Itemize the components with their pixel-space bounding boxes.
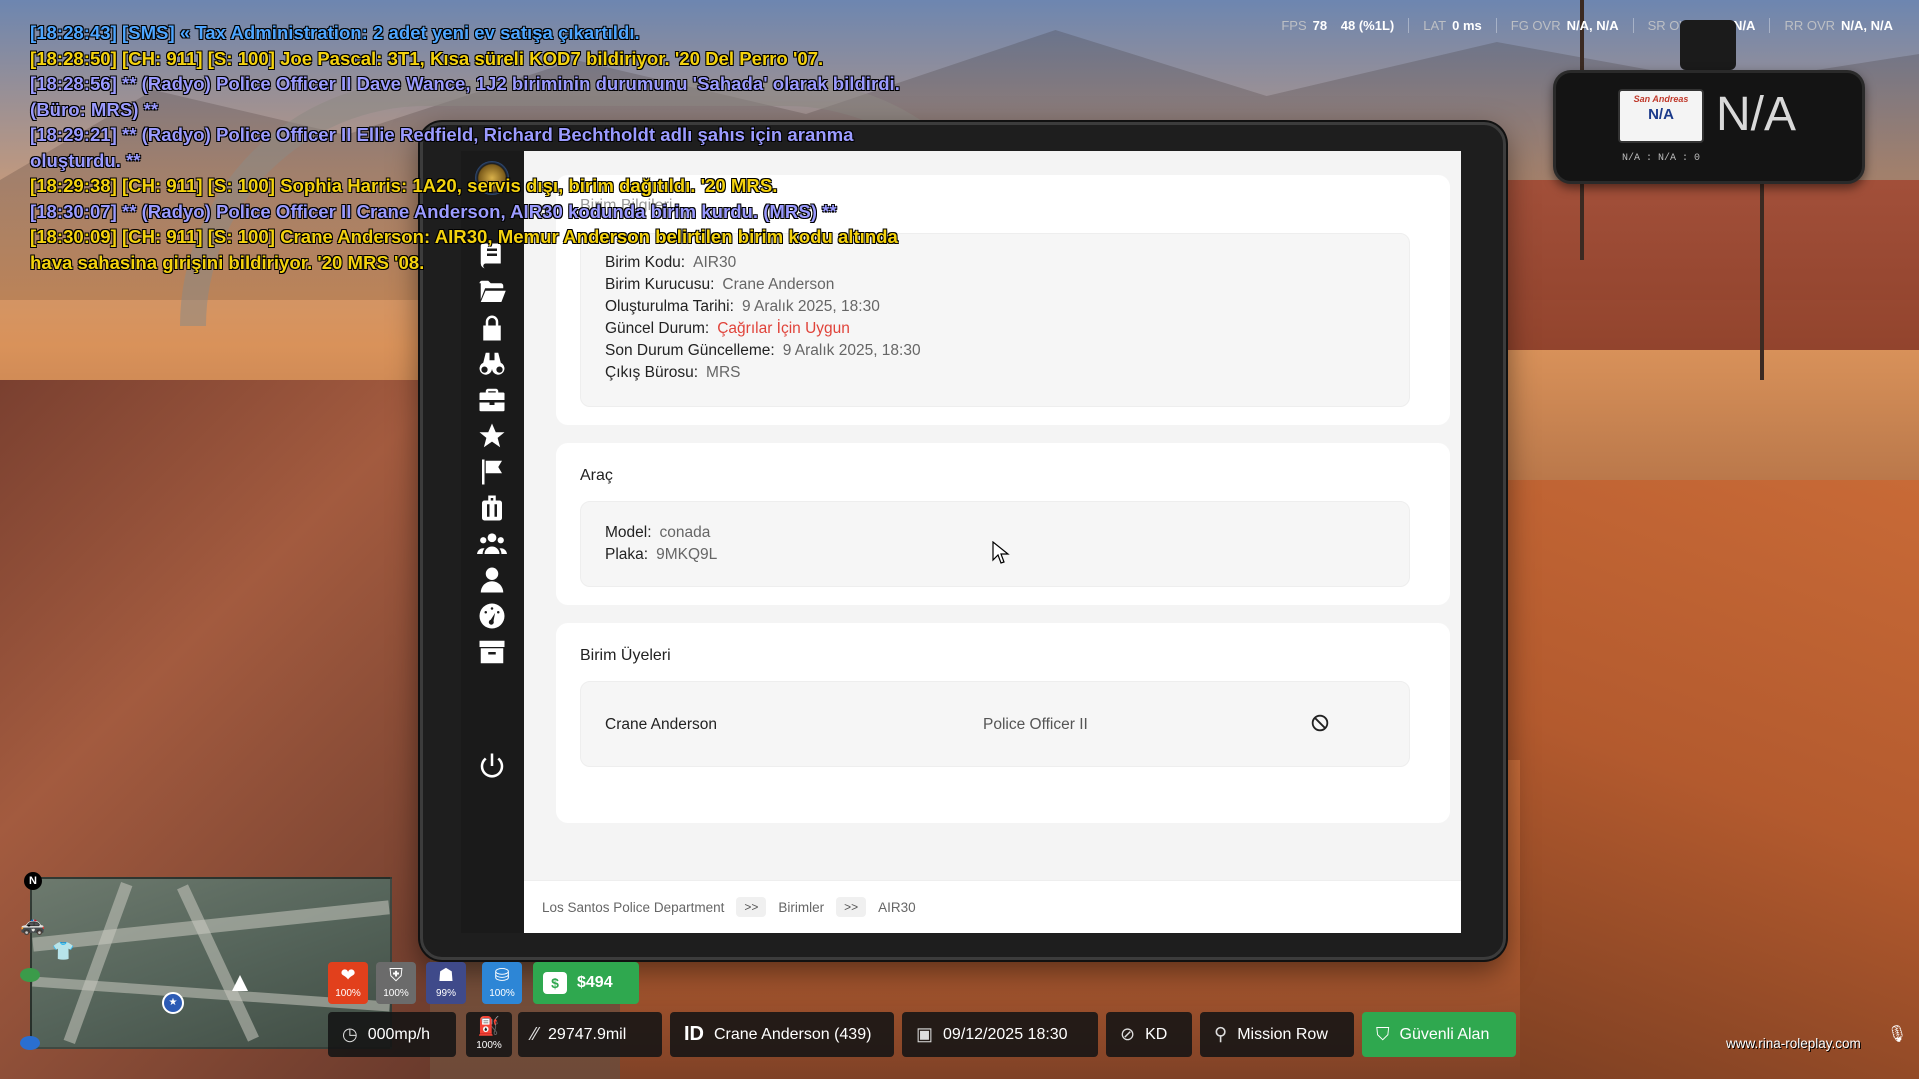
camera-mount — [1680, 20, 1736, 70]
thirst-stat: ⛁ 100% — [482, 962, 522, 1004]
vehicle-icon: 🚓 — [20, 912, 45, 936]
chat-line: [18:29:38] [CH: 911] [S: 100] Sophia Har… — [30, 175, 778, 196]
vehicle-title: Araç — [580, 467, 613, 484]
microphone-icon: 🎙 — [1886, 1024, 1908, 1043]
website-watermark: www.rina-roleplay.com — [1726, 1036, 1861, 1051]
plate-state: San Andreas — [1633, 94, 1689, 104]
unit-bureau-row: Çıkış Bürosu: MRS — [605, 364, 741, 381]
lock-icon[interactable] — [473, 311, 511, 345]
unit-created-row: Oluşturulma Tarihi: 9 Aralık 2025, 18:30 — [605, 298, 880, 315]
unit-status-row: Güncel Durum: Çağrılar İçin Uygun — [605, 320, 850, 337]
star-icon[interactable] — [473, 419, 511, 453]
unit-founder-row: Birim Kurucusu: Crane Anderson — [605, 276, 835, 293]
flag-icon[interactable] — [473, 455, 511, 489]
unit-last-update-row: Son Durum Güncelleme: 9 Aralık 2025, 18:3… — [605, 342, 921, 359]
heart-icon: ❤ — [340, 965, 356, 985]
player-id-display: ID Crane Anderson (439) — [670, 1012, 894, 1057]
license-plate: San Andreas N/A — [1618, 89, 1704, 143]
food-icon: ☗ — [437, 965, 455, 985]
plate-reader: San Andreas N/A N/A N/A : N/A : 0 — [1553, 70, 1865, 184]
shield-check-icon: ⛉ — [1376, 1024, 1390, 1044]
armor-dot — [20, 1036, 40, 1050]
chat-line: oluşturdu. ** — [30, 149, 141, 171]
zone-display: ⛉ Güvenli Alan — [1362, 1012, 1516, 1057]
plate-reader-value: N/A — [1716, 88, 1797, 141]
perf-fg-ovr: FG OVR N/A, N/A — [1495, 18, 1633, 33]
perf-latency: LAT 0 ms — [1408, 18, 1496, 33]
location-pin-icon: ⚲ — [1214, 1024, 1228, 1044]
perf-rr-ovr: RR OVR N/A, N/A — [1769, 18, 1907, 33]
member-row: Crane Anderson Police Officer II — [580, 681, 1410, 767]
luggage-icon[interactable] — [473, 491, 511, 525]
users-icon[interactable] — [473, 527, 511, 561]
armor-icon: ⛨ — [389, 965, 403, 985]
plate-reader-sub: N/A : N/A : 0 — [1622, 153, 1701, 164]
roof-right — [1480, 480, 1919, 1079]
chat-line: hava sahasina girişini bildiriyor. '20 M… — [30, 251, 425, 273]
datetime-display: ▣ 09/12/2025 18:30 — [902, 1012, 1098, 1057]
power-icon[interactable] — [473, 749, 511, 783]
dashboard-icon[interactable] — [473, 599, 511, 633]
building-right — [1470, 180, 1919, 350]
chat-line: [18:30:07] ** (Radyo) Police Officer II … — [30, 200, 837, 222]
member-rank: Police Officer II — [983, 716, 1088, 733]
hunger-stat: ☗ 99% — [426, 962, 466, 1004]
chat-line: (Büro: MRS) ** — [30, 98, 159, 120]
health-dot — [20, 968, 40, 982]
compass-icon: ⊘ — [1120, 1024, 1136, 1044]
breadcrumb: Los Santos Police Department >> Birimler… — [524, 880, 1461, 933]
vehicle-plate-row: Plaka: 9MKQ9L — [605, 546, 718, 563]
direction-display: ⊘ KD — [1106, 1012, 1192, 1057]
vehicle-model-row: Model: conada — [605, 524, 711, 541]
chat-line: [18:30:09] [CH: 911] [S: 100] Crane Ande… — [30, 226, 898, 247]
id-icon: ID — [684, 1023, 704, 1045]
money-display: $ $494 — [533, 962, 639, 1004]
member-name: Crane Anderson — [605, 716, 718, 733]
members-title: Birim Üyeleri — [580, 647, 671, 664]
speed-display: ◷ 000mp/h — [328, 1012, 456, 1057]
user-icon[interactable] — [473, 563, 511, 597]
status-value: Çağrılar İçin Uygun — [717, 320, 850, 337]
speedometer-icon: ◷ — [342, 1024, 358, 1044]
performance-overlay: FPS 78 48 (%1L) LAT 0 ms FG OVR N/A, N/A SR… — [1267, 18, 1907, 33]
chat-line: [18:28:56] ** (Radyo) Police Officer II … — [30, 73, 900, 94]
wallet-icon: $ — [543, 972, 567, 994]
plate-number: N/A — [1648, 106, 1674, 123]
fuel-icon: ⛽ — [477, 1016, 501, 1036]
briefcase-icon[interactable] — [473, 383, 511, 417]
fuel-display: ⛽ 100% — [466, 1012, 512, 1057]
chat-line: [18:28:43] [SMS] « Tax Administration: 2… — [30, 22, 640, 43]
binoculars-icon[interactable] — [473, 347, 511, 381]
player-arrow-icon — [232, 975, 248, 991]
compass-north-icon: N — [24, 872, 42, 890]
members-card: Birim Üyeleri Crane Anderson Police Offi… — [556, 623, 1450, 823]
folder-icon[interactable] — [473, 275, 511, 309]
breadcrumb-separator: >> — [736, 897, 767, 917]
odometer-display: ⁄⁄ 29747.9mil — [518, 1012, 662, 1057]
archive-icon[interactable] — [473, 635, 511, 669]
clothing-store-icon: 👕 — [52, 941, 75, 962]
vehicle-card: Araç Model: conada Plaka: 9MKQ9L — [556, 443, 1450, 605]
breadcrumb-separator: >> — [836, 897, 867, 917]
health-stat: ❤ 100% — [328, 962, 368, 1004]
road-icon: ⁄⁄ — [532, 1024, 539, 1044]
police-station-icon: ★ — [162, 992, 184, 1014]
armor-stat: ⛨ 100% — [376, 962, 416, 1004]
calendar-icon: ▣ — [916, 1024, 934, 1044]
breadcrumb-current: AIR30 — [878, 899, 916, 915]
perf-fps: FPS 78 48 (%1L) — [1281, 18, 1395, 33]
breadcrumb-units[interactable]: Birimler — [778, 900, 824, 915]
money-value: $494 — [577, 974, 613, 991]
remove-member-icon[interactable] — [1309, 712, 1331, 734]
chat-line: [18:28:50] [CH: 911] [S: 100] Joe Pascal… — [30, 47, 824, 69]
breadcrumb-root[interactable]: Los Santos Police Department — [542, 900, 724, 915]
location-display: ⚲ Mission Row — [1200, 1012, 1354, 1057]
water-icon: ⛁ — [494, 965, 510, 985]
chat-log: [18:28:43] [SMS] « Tax Administration: 2… — [30, 20, 990, 275]
chat-line: [18:29:21] ** (Radyo) Police Officer II … — [30, 124, 854, 145]
